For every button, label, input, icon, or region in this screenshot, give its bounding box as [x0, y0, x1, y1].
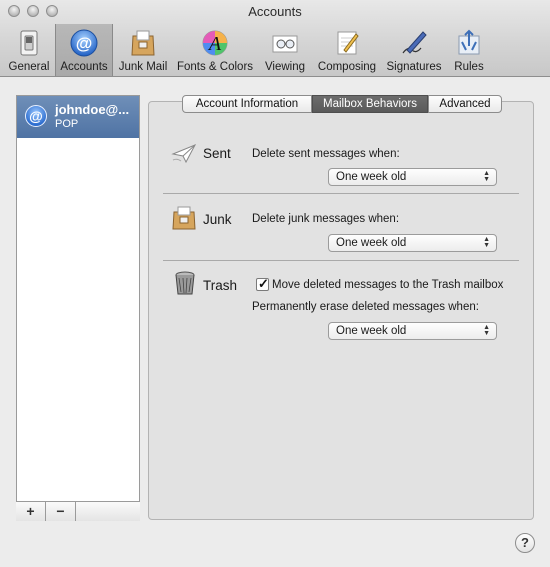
- toolbar-rules[interactable]: Rules: [447, 24, 491, 76]
- junk-delete-popup[interactable]: One week old ▲ ▼: [328, 234, 497, 252]
- title-toolbar-bar: Accounts General @ Accounts Junk Mail A …: [0, 0, 550, 77]
- account-list[interactable]: @ johndoe@... POP: [16, 95, 140, 520]
- toolbar-label: Signatures: [386, 61, 442, 73]
- viewing-glasses-icon: [272, 35, 298, 53]
- junk-bag-icon: [131, 30, 155, 56]
- popup-arrows-icon: ▲ ▼: [483, 324, 490, 337]
- sent-delete-popup[interactable]: One week old ▲ ▼: [328, 168, 497, 186]
- window-title: Accounts: [248, 4, 302, 19]
- toolbar-label: Junk Mail: [118, 61, 168, 73]
- sent-delete-value: One week old: [336, 171, 407, 183]
- toolbar-label: Fonts & Colors: [176, 61, 254, 73]
- checkmark-icon: ✓: [258, 276, 269, 291]
- toolbar-fonts-colors[interactable]: A Fonts & Colors: [173, 24, 257, 76]
- toolbar-accounts[interactable]: @ Accounts: [55, 24, 113, 76]
- signature-pen-icon: [402, 31, 427, 54]
- trash-can-icon: [175, 271, 195, 295]
- junk-delete-label: Delete junk messages when:: [252, 213, 400, 225]
- at-sign-icon: @: [25, 105, 47, 127]
- junk-delete-value: One week old: [336, 237, 407, 249]
- toolbar-label: Composing: [317, 61, 377, 73]
- toolbar-junk-mail[interactable]: Junk Mail: [114, 24, 172, 76]
- tab-bar: Account Information Mailbox Behaviors Ad…: [182, 95, 502, 113]
- help-button[interactable]: ?: [515, 533, 535, 553]
- toolbar-label: Viewing: [264, 61, 306, 73]
- trash-erase-label: Permanently erase deleted messages when:: [252, 301, 479, 313]
- junk-section-title: Junk: [203, 212, 232, 227]
- popup-arrows-icon: ▲ ▼: [483, 236, 490, 249]
- move-to-trash-label: Move deleted messages to the Trash mailb…: [272, 279, 504, 291]
- svg-text:@: @: [76, 34, 93, 53]
- toolbar-viewing[interactable]: Viewing: [259, 24, 311, 76]
- add-account-button[interactable]: +: [16, 502, 46, 521]
- remove-account-button[interactable]: −: [46, 502, 76, 521]
- trash-section-title: Trash: [203, 278, 238, 293]
- tab-mailbox-behaviors[interactable]: Mailbox Behaviors: [312, 95, 428, 113]
- junk-bag-icon: [172, 206, 196, 230]
- switch-icon: [20, 30, 38, 56]
- toolbar-signatures[interactable]: Signatures: [383, 24, 445, 76]
- section-divider: [163, 193, 519, 194]
- sent-delete-label: Delete sent messages when:: [252, 148, 400, 160]
- toolbar-general[interactable]: General: [4, 24, 54, 76]
- move-to-trash-checkbox[interactable]: ✓: [256, 276, 269, 291]
- account-type: POP: [55, 118, 79, 130]
- rules-arrows-icon: [458, 29, 480, 55]
- popup-arrows-icon: ▲ ▼: [483, 170, 490, 183]
- svg-text:A: A: [207, 33, 222, 55]
- section-divider: [163, 260, 519, 261]
- trash-erase-value: One week old: [336, 325, 407, 337]
- toolbar-composing[interactable]: Composing: [313, 24, 381, 76]
- pencil-paper-icon: [337, 31, 359, 55]
- tab-account-information[interactable]: Account Information: [182, 95, 312, 113]
- trash-erase-popup[interactable]: One week old ▲ ▼: [328, 322, 497, 340]
- fonts-colors-icon: A: [202, 30, 228, 56]
- toolbar-label: General: [8, 61, 50, 73]
- paper-plane-icon: [171, 144, 197, 164]
- at-sign-icon: @: [70, 29, 98, 57]
- toolbar-label: Accounts: [60, 61, 108, 73]
- toolbar-label: Rules: [454, 61, 484, 73]
- account-row[interactable]: @ johndoe@... POP: [17, 96, 139, 138]
- account-name: johndoe@...: [55, 102, 130, 117]
- sent-section-title: Sent: [203, 146, 231, 161]
- tab-advanced[interactable]: Advanced: [428, 95, 502, 113]
- account-list-buttons: + −: [16, 501, 140, 521]
